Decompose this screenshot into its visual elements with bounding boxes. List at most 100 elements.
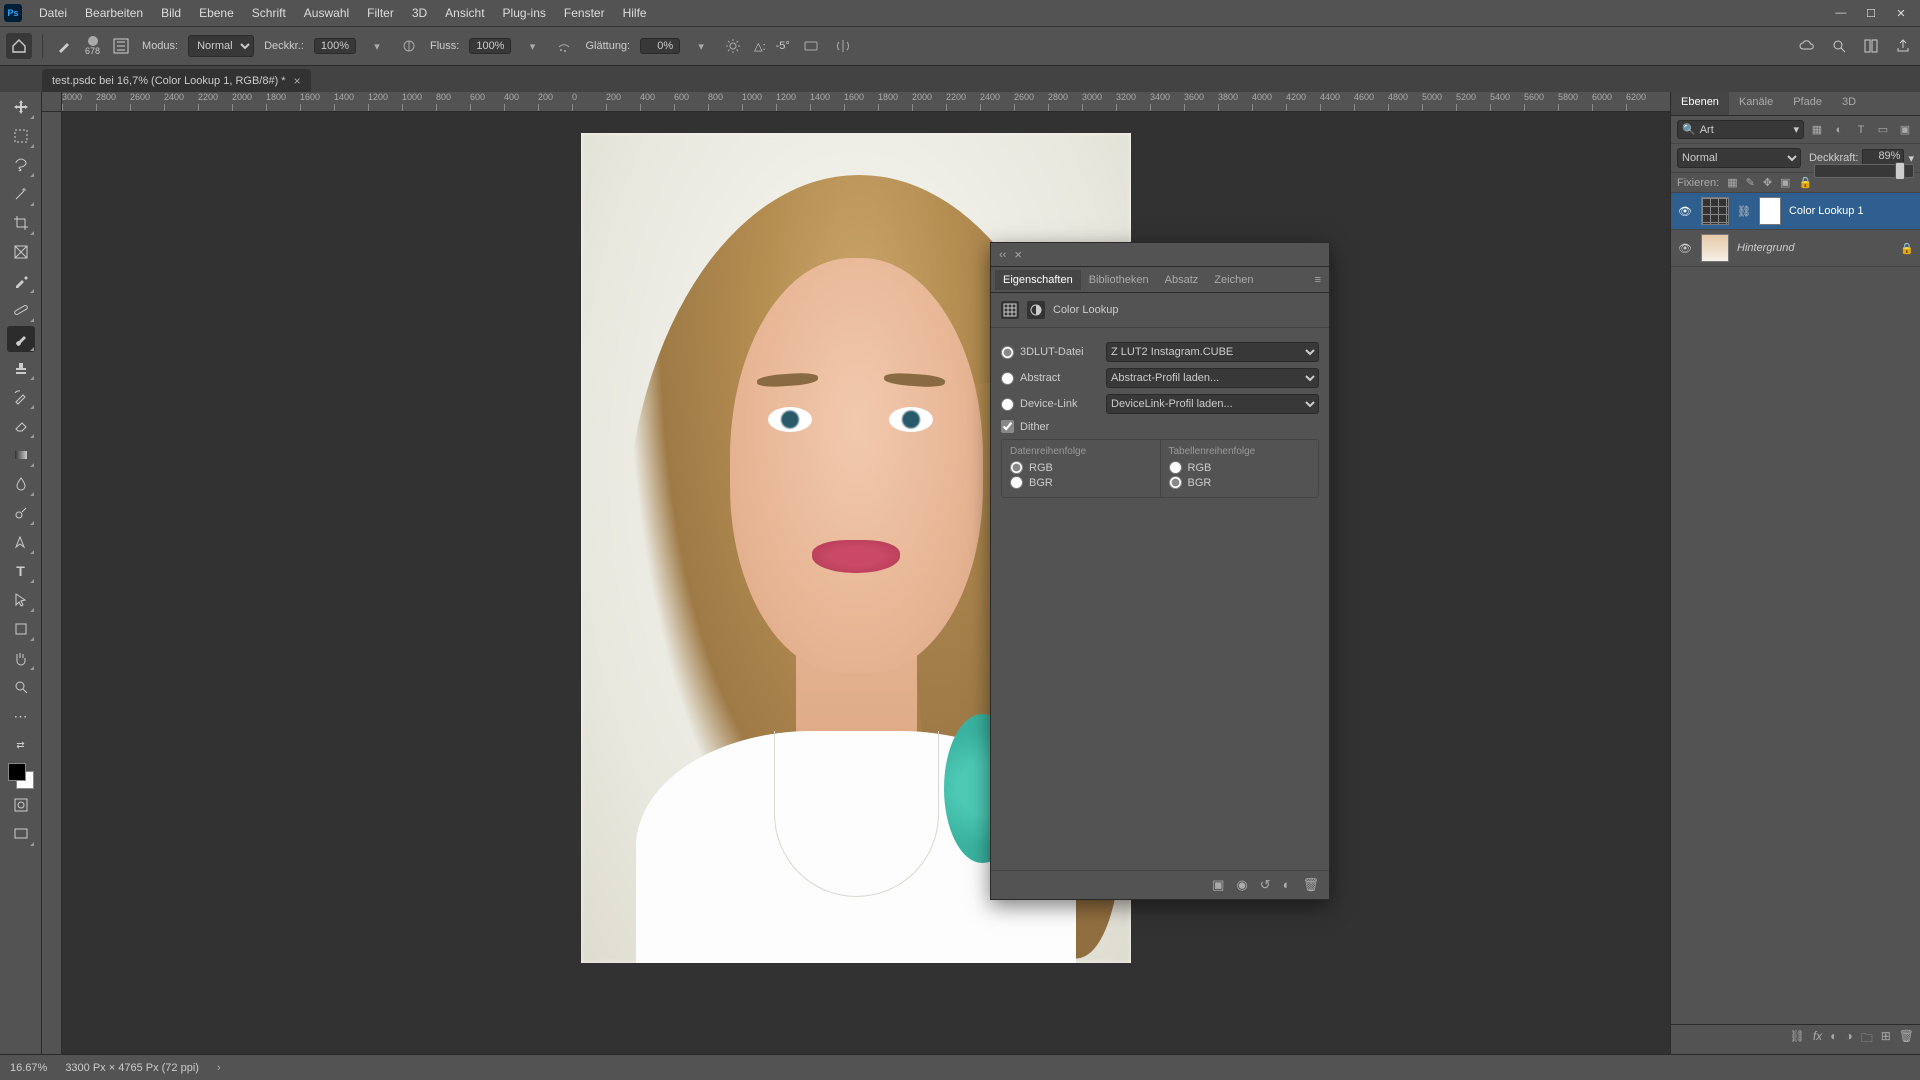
- eyedropper-tool[interactable]: [7, 268, 35, 294]
- layer-mask-thumbnail[interactable]: [1759, 197, 1781, 225]
- ruler-vertical[interactable]: [42, 112, 62, 1054]
- menu-datei[interactable]: Datei: [30, 6, 76, 20]
- tab-pfade[interactable]: Pfade: [1783, 92, 1832, 115]
- eraser-tool[interactable]: [7, 413, 35, 439]
- link-layers-button[interactable]: ⛓: [1790, 1029, 1805, 1050]
- delete-layer-button[interactable]: 🗑: [1899, 1029, 1914, 1050]
- flow-value[interactable]: 100%: [469, 38, 511, 54]
- zoom-level[interactable]: 16.67%: [10, 1062, 47, 1074]
- link-icon[interactable]: ⛓: [1737, 205, 1751, 218]
- foreground-swatch[interactable]: [8, 763, 26, 781]
- panel-close-button[interactable]: ×: [1010, 247, 1026, 262]
- table-order-bgr[interactable]: BGR: [1169, 476, 1311, 489]
- zoom-tool[interactable]: [7, 674, 35, 700]
- more-tools[interactable]: ⋯: [7, 703, 35, 729]
- clip-button[interactable]: ▣: [1212, 877, 1224, 893]
- lasso-tool[interactable]: [7, 152, 35, 178]
- layer-row-adjustment[interactable]: 👁 ⛓ Color Lookup 1: [1671, 193, 1920, 230]
- crop-tool[interactable]: [7, 210, 35, 236]
- frame-tool[interactable]: [7, 239, 35, 265]
- lock-paint-button[interactable]: ✎: [1746, 176, 1755, 189]
- pen-tool[interactable]: [7, 529, 35, 555]
- marquee-tool[interactable]: [7, 123, 35, 149]
- close-tab-button[interactable]: ×: [294, 74, 301, 88]
- brush-settings-button[interactable]: [110, 35, 132, 57]
- angle-value[interactable]: -5°: [776, 40, 790, 52]
- device-radio[interactable]: Device-Link: [1001, 398, 1096, 411]
- menu-fenster[interactable]: Fenster: [555, 6, 614, 20]
- symmetry-button[interactable]: [832, 35, 854, 57]
- filter-shape-icon[interactable]: ▭: [1874, 121, 1892, 139]
- filter-adjust-icon[interactable]: ◐: [1830, 121, 1848, 139]
- type-tool[interactable]: T: [7, 558, 35, 584]
- panel-menu-button[interactable]: ≡: [1311, 274, 1325, 286]
- tab-absatz[interactable]: Absatz: [1157, 270, 1207, 290]
- dodge-tool[interactable]: [7, 500, 35, 526]
- workspace-button[interactable]: [1860, 35, 1882, 57]
- tab-zeichen[interactable]: Zeichen: [1206, 270, 1261, 290]
- tab-kanaele[interactable]: Kanäle: [1729, 92, 1783, 115]
- menu-ansicht[interactable]: Ansicht: [436, 6, 493, 20]
- menu-bearbeiten[interactable]: Bearbeiten: [76, 6, 152, 20]
- lock-pixels-button[interactable]: ▦: [1727, 176, 1737, 189]
- screenmode-button[interactable]: [7, 821, 35, 847]
- new-group-button[interactable]: 🗀: [1861, 1029, 1873, 1050]
- layer-visibility-toggle[interactable]: 👁: [1677, 205, 1693, 218]
- tab-eigenschaften[interactable]: Eigenschaften: [995, 270, 1081, 290]
- document-info[interactable]: 3300 Px × 4765 Px (72 ppi): [65, 1062, 199, 1074]
- abstract-select[interactable]: Abstract-Profil laden...: [1106, 368, 1319, 388]
- quickmask-button[interactable]: [7, 792, 35, 818]
- view-previous-button[interactable]: ◐: [1283, 877, 1291, 893]
- menu-bild[interactable]: Bild: [152, 6, 190, 20]
- menu-schrift[interactable]: Schrift: [243, 6, 295, 20]
- panel-collapse-button[interactable]: ‹‹: [995, 249, 1010, 261]
- wand-tool[interactable]: [7, 181, 35, 207]
- smoothing-dropdown-icon[interactable]: ▾: [690, 35, 712, 57]
- color-swatches[interactable]: [8, 763, 34, 789]
- delete-adjustment-button[interactable]: 🗑: [1302, 877, 1319, 893]
- data-order-bgr[interactable]: BGR: [1010, 476, 1152, 489]
- stamp-tool[interactable]: [7, 355, 35, 381]
- tool-preset-button[interactable]: [53, 35, 75, 57]
- opacity-slider-handle[interactable]: [1895, 162, 1905, 180]
- new-adjustment-button[interactable]: ◑: [1845, 1029, 1852, 1050]
- smoothing-options-button[interactable]: [722, 35, 744, 57]
- lut-select[interactable]: Z LUT2 Instagram.CUBE: [1106, 342, 1319, 362]
- hand-tool[interactable]: [7, 645, 35, 671]
- flow-dropdown-icon[interactable]: ▾: [521, 35, 543, 57]
- lut-radio[interactable]: 3DLUT-Datei: [1001, 346, 1096, 359]
- chevron-down-icon[interactable]: ▾: [1908, 152, 1914, 165]
- share-button[interactable]: [1892, 35, 1914, 57]
- pressure-size-button[interactable]: [800, 35, 822, 57]
- move-tool[interactable]: [7, 94, 35, 120]
- layer-filter-kind[interactable]: 🔍 Art ▾: [1677, 120, 1804, 139]
- window-close-button[interactable]: ✕: [1886, 7, 1916, 20]
- menu-auswahl[interactable]: Auswahl: [295, 6, 358, 20]
- reset-button[interactable]: ↺: [1260, 877, 1271, 893]
- cloud-docs-button[interactable]: [1796, 35, 1818, 57]
- layer-name[interactable]: Hintergrund: [1737, 242, 1892, 254]
- abstract-radio[interactable]: Abstract: [1001, 372, 1096, 385]
- brush-size-button[interactable]: 678: [85, 36, 100, 56]
- gradient-tool[interactable]: [7, 442, 35, 468]
- layer-row-background[interactable]: 👁 Hintergrund 🔒: [1671, 230, 1920, 267]
- layer-thumbnail[interactable]: [1701, 197, 1729, 225]
- menu-3d[interactable]: 3D: [403, 6, 436, 20]
- canvas[interactable]: [62, 112, 1670, 1054]
- data-order-rgb[interactable]: RGB: [1010, 461, 1152, 474]
- smoothing-value[interactable]: 0%: [640, 38, 680, 54]
- document-tab[interactable]: test.psdc bei 16,7% (Color Lookup 1, RGB…: [42, 69, 311, 92]
- tab-ebenen[interactable]: Ebenen: [1671, 92, 1729, 115]
- blend-mode-select[interactable]: Normal: [188, 35, 254, 57]
- window-maximize-button[interactable]: ☐: [1856, 7, 1886, 20]
- layer-visibility-toggle[interactable]: 👁: [1677, 242, 1693, 255]
- blur-tool[interactable]: [7, 471, 35, 497]
- filter-pixel-icon[interactable]: ▦: [1808, 121, 1826, 139]
- layer-blend-mode[interactable]: Normal: [1677, 148, 1801, 168]
- menu-plugins[interactable]: Plug-ins: [494, 6, 555, 20]
- airbrush-button[interactable]: [553, 35, 575, 57]
- window-minimize-button[interactable]: —: [1826, 7, 1856, 19]
- opacity-slider-popup[interactable]: [1814, 164, 1914, 178]
- layer-mask-button[interactable]: ◐: [1830, 1029, 1837, 1050]
- lock-artboard-button[interactable]: ▣: [1780, 176, 1790, 189]
